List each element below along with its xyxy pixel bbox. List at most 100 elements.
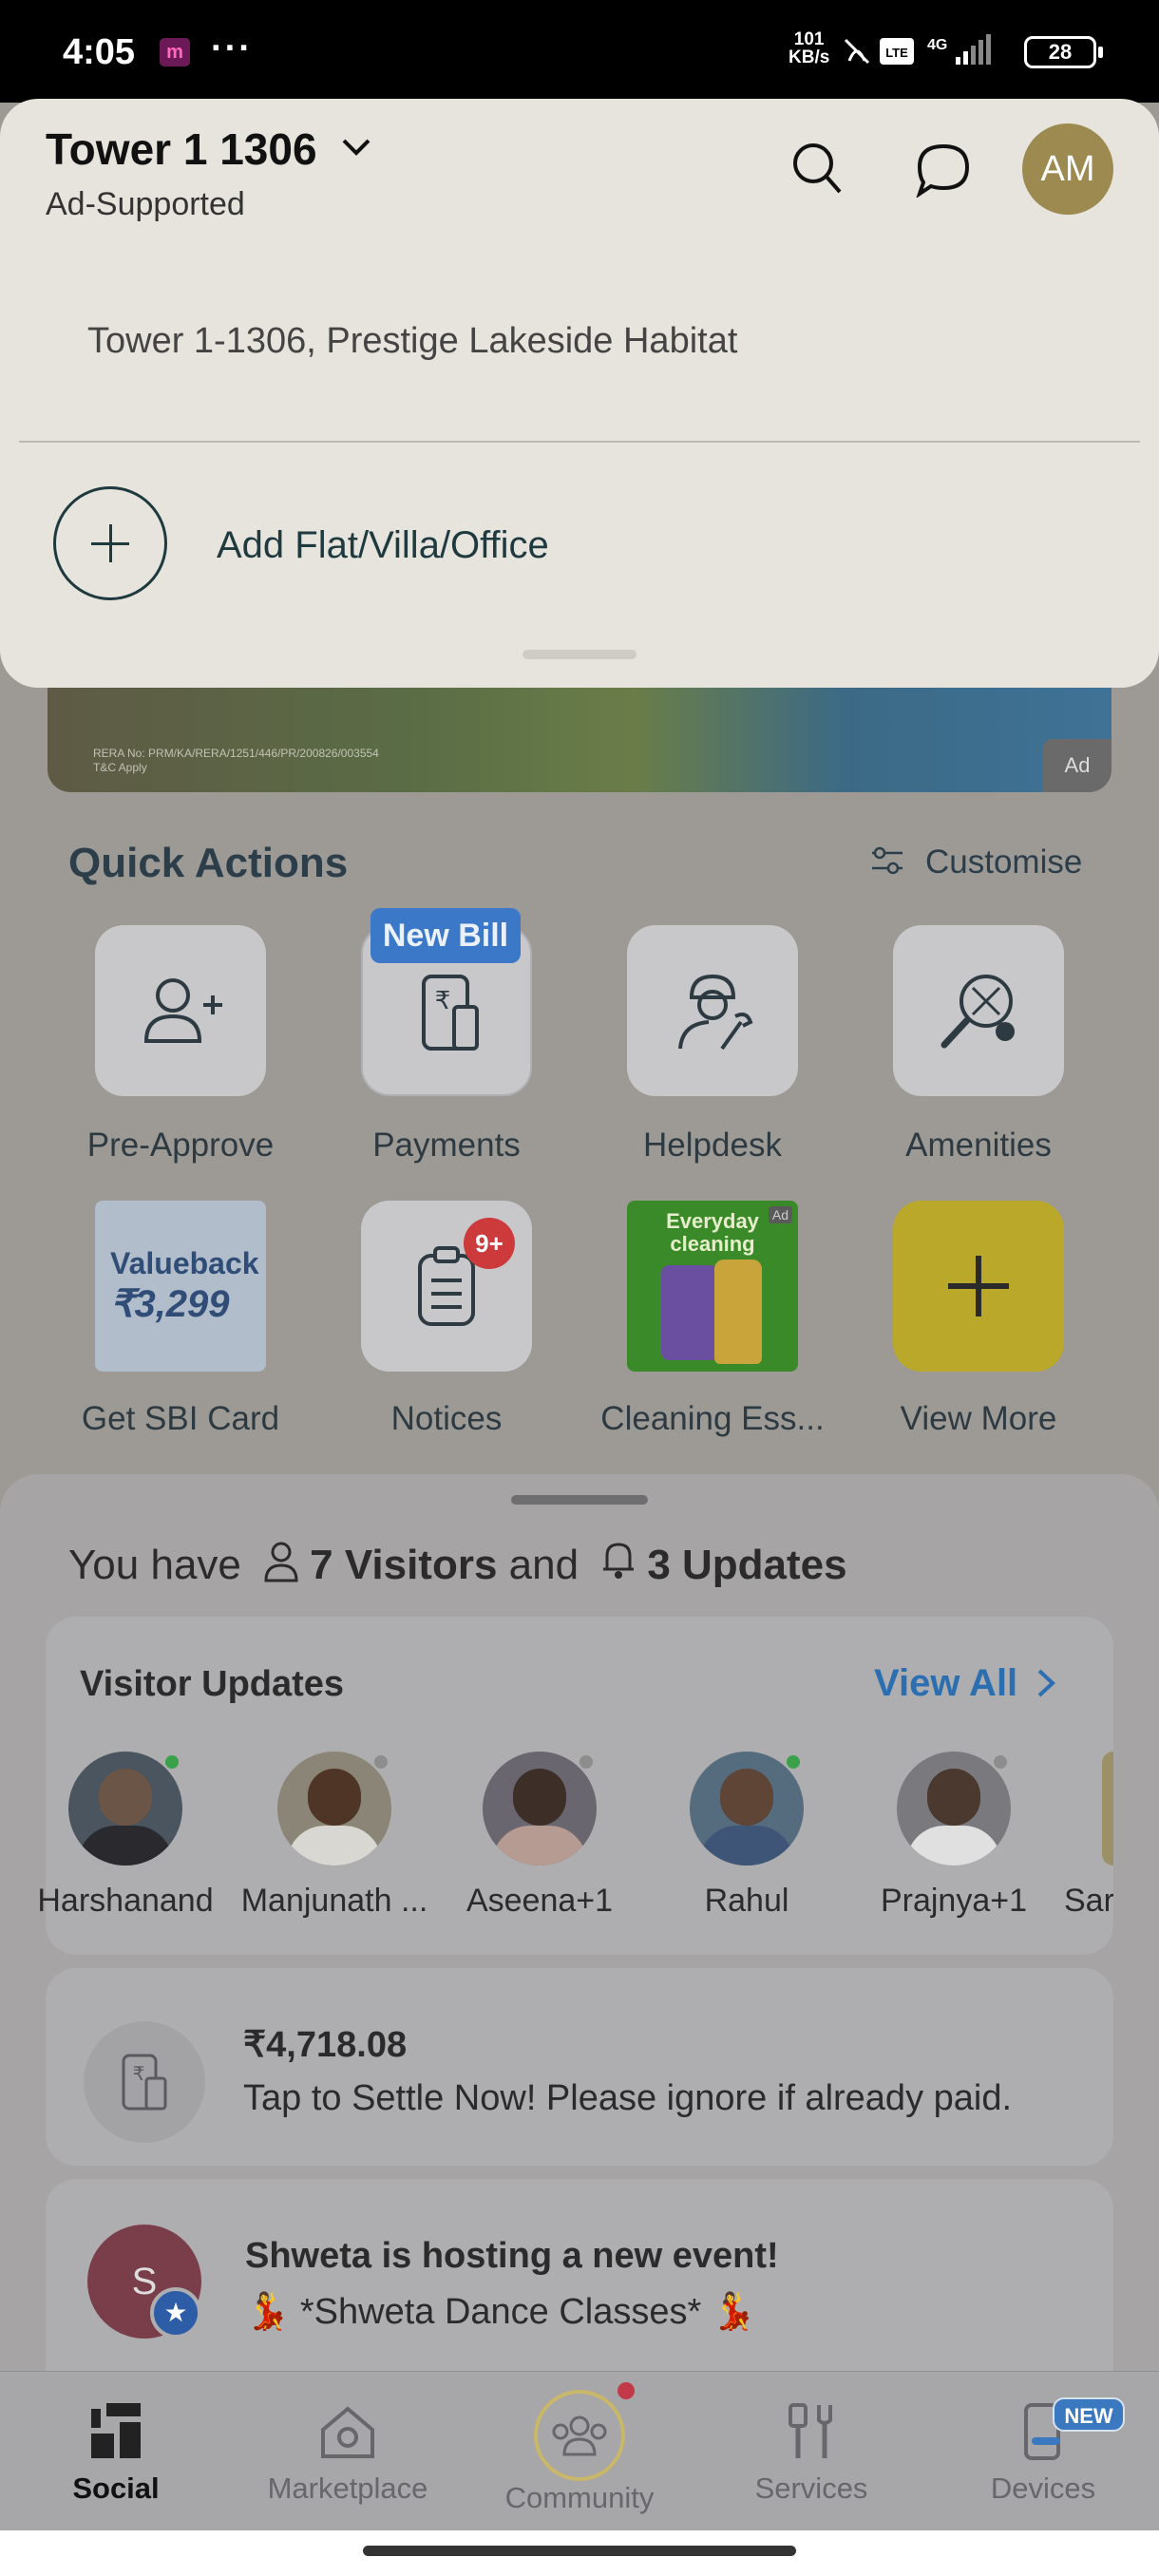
- network-speed-value: 101: [793, 29, 825, 49]
- chevron-down-icon[interactable]: [340, 137, 372, 158]
- bell-icon: [603, 1543, 635, 1579]
- visitor-name: Sar: [1064, 1883, 1113, 1919]
- battery-icon: 28: [1024, 36, 1103, 68]
- sbi-card-label: Get SBI Card: [81, 1400, 280, 1437]
- svg-text:₹: ₹: [435, 987, 451, 1015]
- profile-avatar[interactable]: AM: [1022, 123, 1113, 215]
- star-badge-icon: ★: [150, 2287, 201, 2339]
- add-flat-button[interactable]: Add Flat/Villa/Office: [217, 524, 549, 567]
- nav-social-label: Social: [72, 2472, 160, 2505]
- visitor-name: Rahul: [704, 1883, 789, 1919]
- search-icon[interactable]: [790, 141, 844, 198]
- updates-count: 3 Updates: [647, 1542, 847, 1588]
- status-bar: 4:05 m ··· 101 KB/s LTE 4G 28: [0, 0, 1159, 103]
- notices-label: Notices: [390, 1400, 503, 1437]
- summary-prefix: You have: [68, 1542, 241, 1588]
- visitor-avatar[interactable]: [483, 1752, 597, 1866]
- customise-label: Customise: [925, 843, 1083, 881]
- new-bill-badge: New Bill: [370, 908, 521, 963]
- pre-approve-tile[interactable]: [95, 925, 266, 1096]
- signal-icons: LTE 4G: [844, 34, 991, 65]
- flat-title[interactable]: Tower 1 1306: [46, 123, 317, 175]
- visitor-status-dot: [992, 1753, 1009, 1771]
- visitor-avatar[interactable]: [68, 1752, 182, 1866]
- visitor-status-dot: [785, 1753, 802, 1771]
- view-all-label: View All: [874, 1662, 1018, 1704]
- view-more-tile[interactable]: [893, 1201, 1064, 1372]
- payments-label: Payments: [372, 1127, 521, 1164]
- visitor-avatar[interactable]: [897, 1752, 1011, 1866]
- add-person-icon: [143, 978, 222, 1043]
- banner-legal-text: RERA No: PRM/KA/RERA/1251/446/PR/200826/…: [93, 747, 379, 774]
- svg-text:₹: ₹: [133, 2062, 145, 2085]
- nav-devices-label: Devices: [990, 2472, 1096, 2505]
- svg-text:LTE: LTE: [885, 46, 908, 60]
- payment-amount: ₹4,718.08: [243, 2025, 408, 2065]
- visitor-avatar[interactable]: [1102, 1752, 1113, 1866]
- nav-social[interactable]: Social: [11, 2401, 220, 2506]
- chat-icon[interactable]: [914, 141, 973, 198]
- amenities-tile[interactable]: [893, 925, 1064, 1096]
- network-icons: LTE 4G: [842, 32, 1013, 76]
- marketplace-icon: [321, 2406, 374, 2458]
- nav-marketplace-label: Marketplace: [267, 2472, 428, 2505]
- visitor-updates-title: Visitor Updates: [80, 1664, 345, 1704]
- visitor-name: Aseena+1: [466, 1883, 614, 1919]
- home-indicator[interactable]: [363, 2546, 796, 2556]
- cleaning-label: Cleaning Ess...: [600, 1400, 825, 1437]
- nav-community-label: Community: [504, 2481, 655, 2514]
- detergent-pack-image: [661, 1265, 718, 1360]
- cleaner-bottle-image: [714, 1260, 762, 1364]
- community-icon: [552, 2415, 607, 2456]
- app-notification-icon: m: [160, 38, 190, 66]
- devices-new-badge: NEW: [1053, 2397, 1125, 2432]
- visitor-name: Harshanand: [37, 1883, 214, 1919]
- notices-count-badge: 9+: [464, 1218, 515, 1269]
- summary-and: and: [508, 1542, 580, 1588]
- sbi-card-ad-tile[interactable]: Valueback ₹3,299: [95, 1201, 266, 1372]
- person-icon: [264, 1542, 298, 1582]
- network-speed-unit: KB/s: [788, 47, 830, 67]
- helpdesk-label: Helpdesk: [643, 1127, 782, 1164]
- visitor-status-dot: [372, 1753, 390, 1771]
- flat-option[interactable]: Tower 1-1306, Prestige Lakeside Habitat: [87, 321, 737, 362]
- sbi-amount-text: ₹3,299: [110, 1283, 230, 1325]
- add-icon[interactable]: [53, 486, 167, 600]
- visitor-status-dot: [578, 1753, 595, 1771]
- visitor-name: Manjunath ...: [240, 1883, 428, 1919]
- community-ring: [534, 2390, 625, 2481]
- nav-marketplace[interactable]: Marketplace: [243, 2401, 452, 2506]
- nav-community[interactable]: Community: [475, 2390, 684, 2515]
- visitor-status-dot: [163, 1753, 180, 1771]
- cleaning-ad-label: Ad: [768, 1206, 792, 1223]
- event-title: Shweta is hosting a new event!: [245, 2236, 779, 2276]
- cleaning-ad-tile[interactable]: Everyday cleaning Ad: [627, 1201, 798, 1372]
- payment-card[interactable]: [46, 1968, 1113, 2166]
- network-speed: 101 KB/s: [788, 30, 829, 66]
- view-all-link[interactable]: View All: [874, 1662, 1056, 1705]
- svg-text:4G: 4G: [927, 37, 947, 53]
- services-icon: [788, 2403, 832, 2458]
- sheet-drag-handle[interactable]: [522, 650, 636, 659]
- view-more-label: View More: [900, 1400, 1057, 1437]
- nav-services[interactable]: Services: [707, 2401, 916, 2506]
- technician-icon: [678, 974, 753, 1051]
- payment-icon-circle: ₹: [84, 2021, 205, 2143]
- payment-message: Tap to Settle Now! Please ignore if alre…: [243, 2078, 1013, 2118]
- chevron-right-icon: [1037, 1669, 1056, 1697]
- visitor-avatar[interactable]: [690, 1752, 804, 1866]
- social-icon: [91, 2403, 141, 2458]
- visitor-avatar[interactable]: [277, 1752, 391, 1866]
- helpdesk-tile[interactable]: [627, 925, 798, 1096]
- ad-supported-label: Ad-Supported: [46, 186, 245, 222]
- ad-label: Ad: [1043, 739, 1112, 792]
- bill-phone-icon: ₹: [122, 2054, 167, 2111]
- sbi-valueback-text: Valueback: [110, 1246, 259, 1280]
- sliders-icon: [872, 846, 902, 875]
- quick-actions-title: Quick Actions: [68, 840, 349, 886]
- bill-phone-icon: ₹: [422, 975, 479, 1051]
- visitors-summary: You have 7 Visitors and 3 Updates: [68, 1539, 847, 1589]
- sheet-drag-handle[interactable]: [511, 1495, 648, 1505]
- amenities-label: Amenities: [905, 1127, 1052, 1164]
- event-subtitle: 💃 *Shweta Dance Classes* 💃: [245, 2292, 757, 2332]
